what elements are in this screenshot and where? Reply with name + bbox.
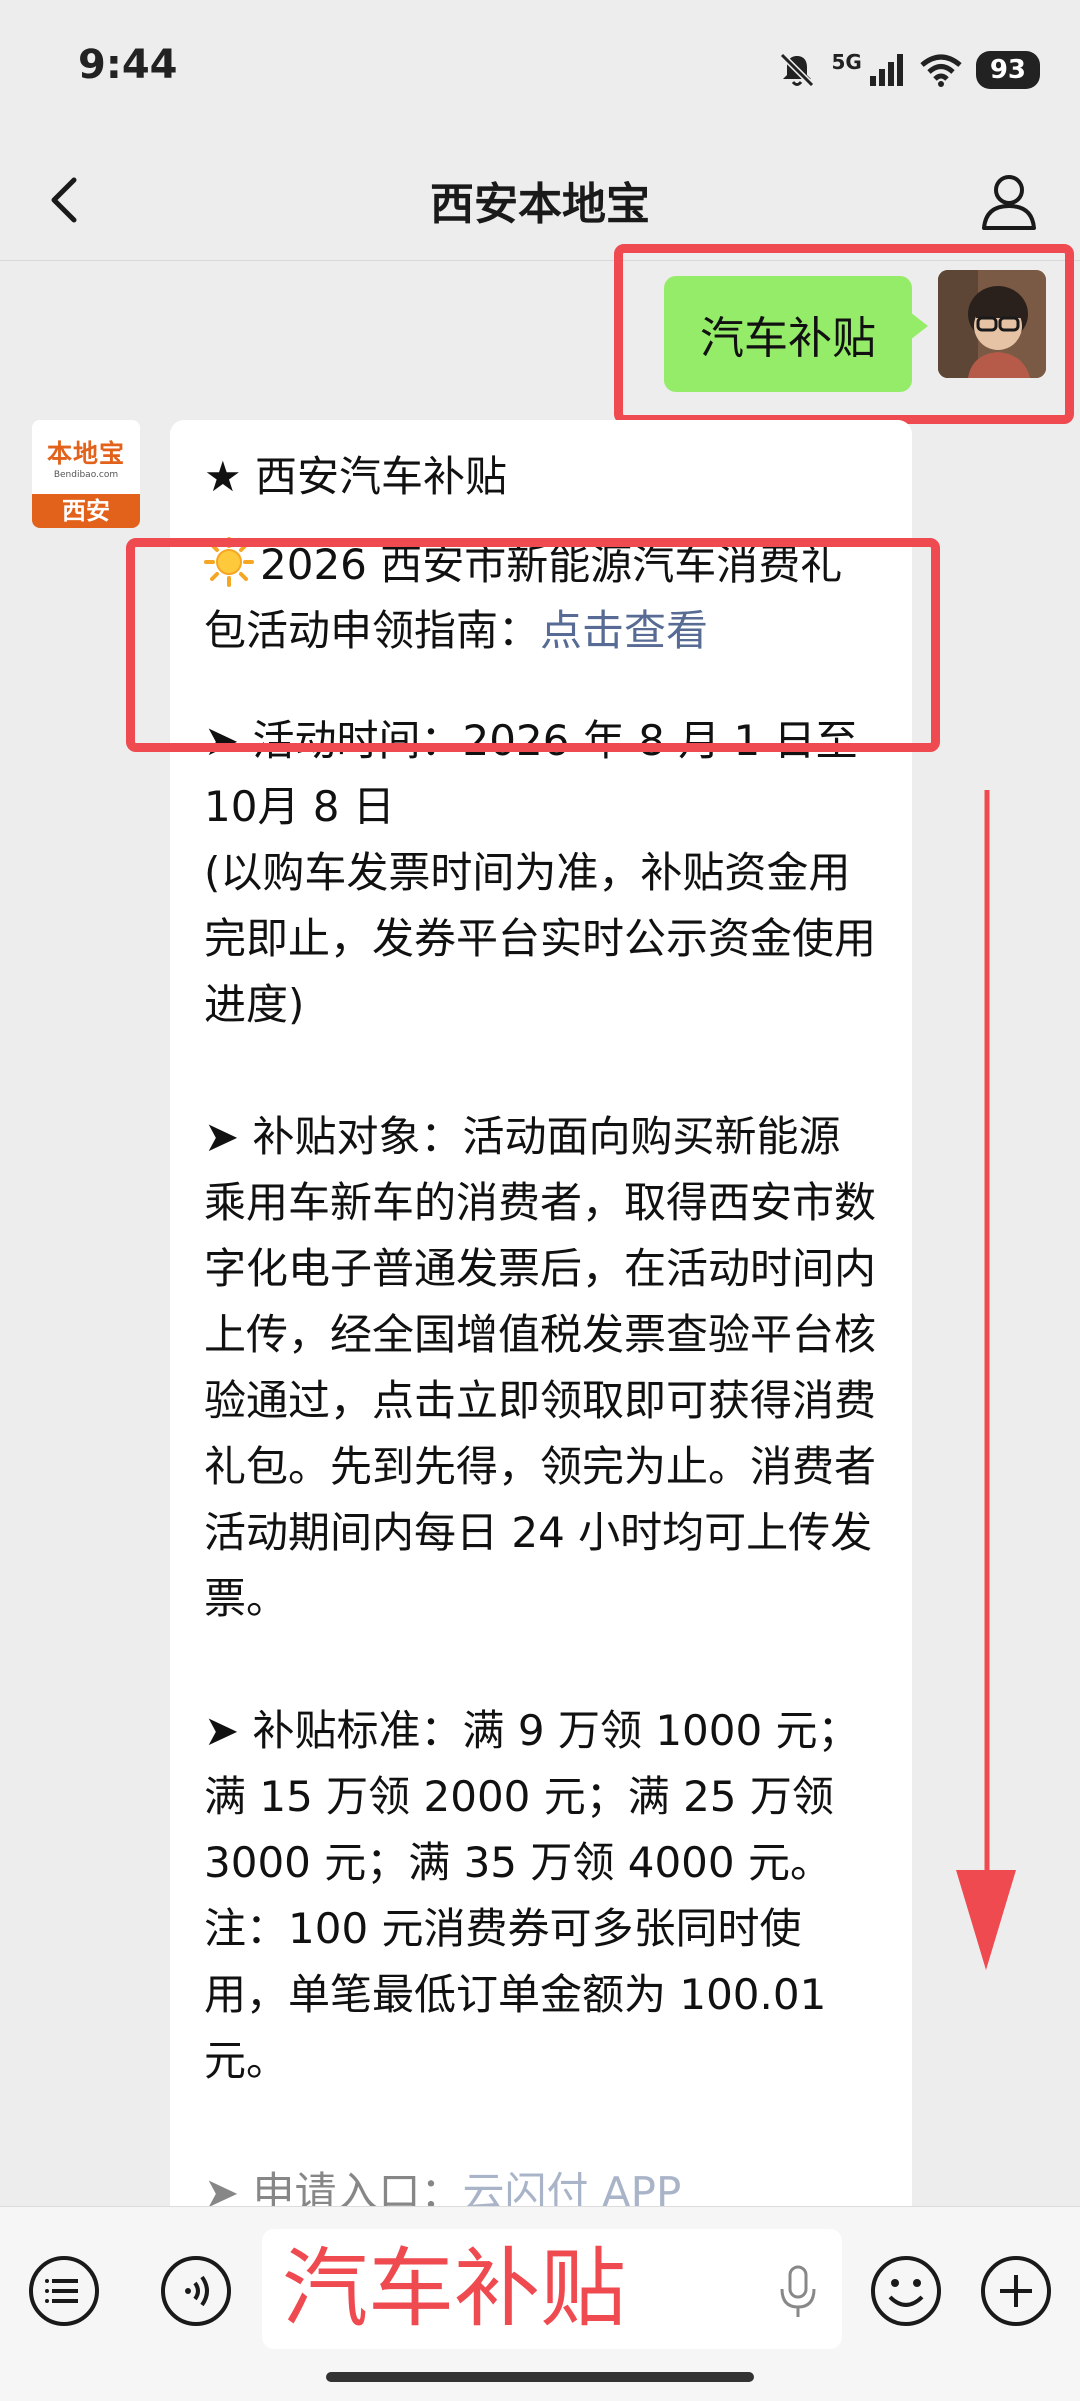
microphone-icon[interactable] xyxy=(776,2263,820,2319)
plus-icon[interactable] xyxy=(978,2253,1054,2329)
battery-icon: 93 xyxy=(975,51,1040,89)
emoji-icon[interactable] xyxy=(868,2253,944,2329)
status-bar: 9:44 5G 93 xyxy=(0,0,1080,140)
user-icon[interactable] xyxy=(974,166,1044,236)
signal-icon xyxy=(869,54,903,86)
chat-title: 西安本地宝 xyxy=(430,179,650,230)
network-type: 5G xyxy=(831,50,862,74)
subsidy-standard: ➤ 补贴标准：满 9 万领 1000 元；满 15 万领 2000 元；满 25… xyxy=(204,1706,860,1887)
message-heading: ★ 西安汽车补贴 xyxy=(204,452,508,501)
logo-city: 西安 xyxy=(32,494,140,528)
menu-list-icon[interactable] xyxy=(26,2253,102,2329)
subsidy-note: 注：100 元消费券可多张同时使用，单笔最低订单金额为 100.01 元。 xyxy=(204,1904,827,2085)
status-time: 9:44 xyxy=(78,42,178,88)
message-input-text: 汽车补贴 xyxy=(282,2239,626,2339)
subsidy-target: ➤ 补贴对象：活动面向购买新能源乘用车新车的消费者，取得西安市数字化电子普通发票… xyxy=(204,1112,877,1623)
activity-time-note: (以购车发票时间为准，补贴资金用完即止，发券平台实时公示资金使用进度) xyxy=(204,848,877,1029)
wifi-icon xyxy=(920,54,962,87)
voice-wave-icon[interactable] xyxy=(158,2253,234,2329)
avatar[interactable]: 本地宝 Bendibao.com 西安 xyxy=(32,420,140,528)
annotation-box-outgoing xyxy=(614,244,1074,424)
mute-bell-icon xyxy=(780,52,815,88)
status-icons: 5G 93 xyxy=(777,42,1040,98)
logo-text: 本地宝 xyxy=(46,439,125,468)
home-indicator[interactable] xyxy=(326,2372,754,2382)
chat-header: 西安本地宝 xyxy=(0,140,1080,261)
message-input[interactable]: 汽车补贴 xyxy=(262,2229,842,2349)
annotation-box-guide xyxy=(126,538,940,752)
logo-url: Bendibao.com xyxy=(53,470,119,480)
scroll-down-arrow-icon xyxy=(956,790,1016,1970)
